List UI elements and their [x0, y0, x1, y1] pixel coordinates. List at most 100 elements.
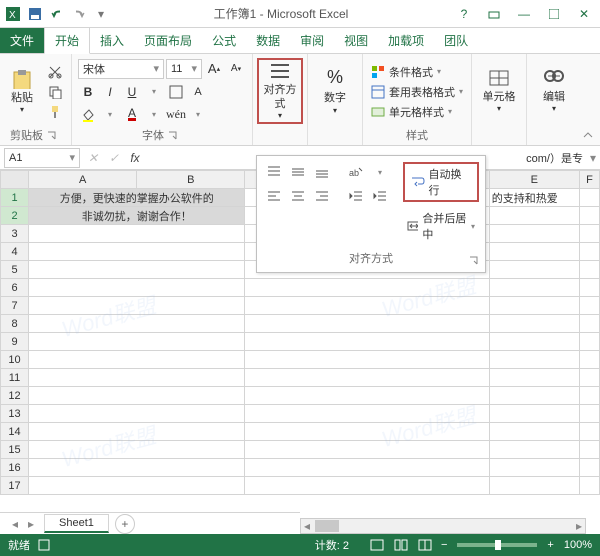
zoom-knob[interactable] [495, 540, 501, 550]
cell[interactable] [245, 423, 489, 441]
tab-addins[interactable]: 加载项 [378, 28, 434, 53]
cell[interactable] [579, 441, 599, 459]
cell[interactable] [579, 351, 599, 369]
cell[interactable] [29, 225, 245, 243]
cell[interactable] [489, 297, 579, 315]
collapse-ribbon-icon[interactable] [582, 129, 596, 143]
cell[interactable] [579, 369, 599, 387]
tab-team[interactable]: 团队 [434, 28, 478, 53]
cell[interactable] [245, 279, 489, 297]
cell[interactable] [489, 315, 579, 333]
row-header[interactable]: 12 [1, 387, 29, 405]
zoom-slider[interactable] [457, 543, 537, 547]
cell[interactable] [489, 351, 579, 369]
cell[interactable] [489, 333, 579, 351]
horizontal-scrollbar[interactable]: ◂ ▸ [300, 518, 586, 534]
cut-button[interactable] [45, 63, 65, 81]
scroll-left-icon[interactable]: ◂ [301, 519, 313, 533]
font-launcher-icon[interactable] [168, 131, 180, 143]
qat-dropdown-icon[interactable]: ▾ [92, 5, 110, 23]
format-painter-button[interactable] [45, 103, 65, 121]
zoom-out-button[interactable]: − [437, 539, 451, 551]
tab-review[interactable]: 审阅 [290, 28, 334, 53]
row-header[interactable]: 10 [1, 351, 29, 369]
page-layout-view-button[interactable] [390, 537, 412, 553]
col-header-e[interactable]: E [489, 171, 579, 189]
phonetic-dropdown[interactable]: ▾ [188, 105, 208, 125]
cell[interactable] [489, 279, 579, 297]
cell[interactable] [245, 387, 489, 405]
cell[interactable] [489, 369, 579, 387]
excel-icon[interactable]: X [4, 5, 22, 23]
font-color-dropdown[interactable]: ▾ [144, 105, 164, 125]
cell[interactable] [29, 315, 245, 333]
row-header-2[interactable]: 2 [1, 207, 29, 225]
orientation-dropdown[interactable]: ▾ [369, 162, 391, 182]
cell[interactable] [29, 459, 245, 477]
tab-insert[interactable]: 插入 [90, 28, 134, 53]
cell[interactable] [579, 405, 599, 423]
col-header-a[interactable]: A [29, 171, 137, 189]
select-all-corner[interactable] [1, 171, 29, 189]
cell[interactable] [29, 333, 245, 351]
cell[interactable] [489, 459, 579, 477]
cell[interactable] [489, 477, 579, 495]
cell[interactable] [245, 477, 489, 495]
cell-e2[interactable] [489, 207, 579, 225]
cell[interactable] [489, 243, 579, 261]
row-header[interactable]: 6 [1, 279, 29, 297]
cell[interactable] [579, 333, 599, 351]
copy-button[interactable] [45, 83, 65, 101]
tab-data[interactable]: 数据 [246, 28, 290, 53]
scroll-right-icon[interactable]: ▸ [573, 519, 585, 533]
name-box[interactable]: A1 ▾ [4, 148, 80, 168]
record-macro-icon[interactable] [38, 539, 50, 551]
alignment-launcher-icon[interactable] [469, 256, 481, 268]
row-header[interactable]: 17 [1, 477, 29, 495]
cell[interactable] [489, 387, 579, 405]
increase-font-button[interactable]: A▴ [204, 59, 224, 79]
cell[interactable] [245, 297, 489, 315]
font-size-select[interactable]: 11▾ [166, 59, 202, 79]
phonetic-guide-button[interactable]: wén [166, 105, 186, 125]
enter-formula-icon[interactable]: ✓ [105, 149, 123, 167]
cell-styles-button[interactable]: 单元格样式▾ [369, 103, 465, 121]
cell[interactable] [579, 387, 599, 405]
align-center-button[interactable] [287, 186, 309, 206]
cell-f1[interactable] [579, 189, 599, 207]
bold-button[interactable]: B [78, 82, 98, 102]
row-header-1[interactable]: 1 [1, 189, 29, 207]
cell[interactable] [245, 333, 489, 351]
undo-icon[interactable] [48, 5, 66, 23]
cell[interactable] [29, 441, 245, 459]
cell-a2[interactable]: 非诚勿扰，谢谢合作！ [29, 207, 245, 225]
border-button[interactable] [166, 82, 186, 102]
cell[interactable] [245, 369, 489, 387]
increase-indent-button[interactable] [369, 186, 391, 206]
cell[interactable] [489, 225, 579, 243]
col-header-b[interactable]: B [137, 171, 245, 189]
sheet-nav-prev-icon[interactable]: ◂ [8, 517, 22, 531]
row-header[interactable]: 8 [1, 315, 29, 333]
cell[interactable] [29, 405, 245, 423]
row-header[interactable]: 7 [1, 297, 29, 315]
table-format-button[interactable]: 套用表格格式▾ [369, 83, 465, 101]
ribbon-options-icon[interactable] [482, 4, 506, 24]
cell-e1[interactable]: 的支持和热爱 [489, 189, 579, 207]
sheet-tab-1[interactable]: Sheet1 [44, 514, 109, 533]
cell-a1[interactable]: 方便，更快速的掌握办公软件的 [29, 189, 245, 207]
cell[interactable] [579, 279, 599, 297]
cell[interactable] [489, 423, 579, 441]
cell[interactable] [579, 261, 599, 279]
cell[interactable] [579, 243, 599, 261]
cells-button[interactable]: 单元格 ▾ [476, 58, 522, 124]
editing-button[interactable]: 编辑 ▾ [531, 58, 577, 124]
cell[interactable] [579, 297, 599, 315]
cell[interactable] [29, 477, 245, 495]
row-header[interactable]: 15 [1, 441, 29, 459]
cell[interactable] [29, 351, 245, 369]
font-color-button[interactable]: A [122, 105, 142, 125]
chevron-down-icon[interactable]: ▾ [69, 151, 75, 164]
cell[interactable] [29, 279, 245, 297]
decrease-font-button[interactable]: A▾ [226, 59, 246, 79]
